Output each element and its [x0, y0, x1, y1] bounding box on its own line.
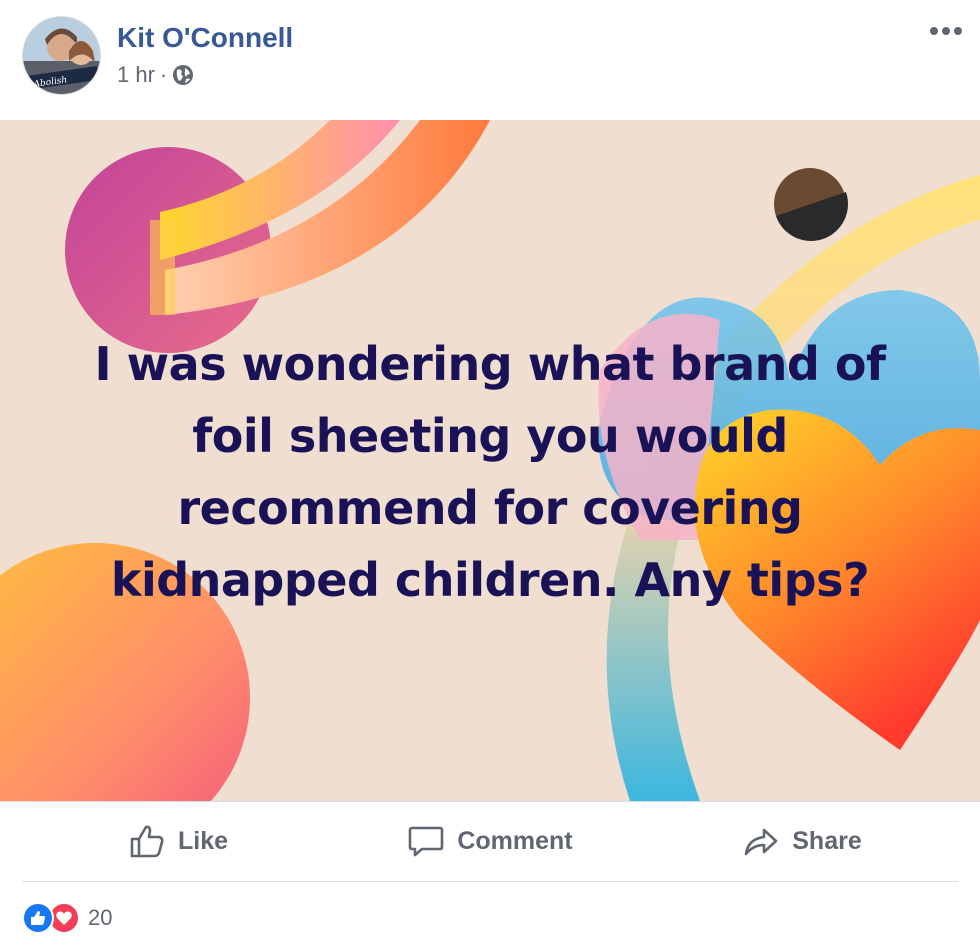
divider [22, 881, 958, 882]
thumbs-up-icon [130, 825, 164, 858]
comment-label: Comment [457, 826, 573, 855]
divider [0, 801, 980, 802]
post-time[interactable]: 1 hr [117, 62, 155, 88]
author-avatar[interactable]: Abolish [22, 16, 101, 95]
reactions-summary[interactable]: 20 [22, 900, 112, 936]
meta-separator: · [159, 62, 168, 87]
post-text-line: foil sheeting you would [192, 409, 788, 463]
share-button[interactable]: Share [646, 808, 958, 874]
comment-icon [409, 826, 444, 857]
post-meta: 1 hr · [117, 62, 194, 88]
reaction-count: 20 [88, 905, 113, 930]
post-text-line: recommend for covering [177, 481, 803, 535]
action-bar: Like Comment Share [22, 808, 958, 874]
post-background: I was wondering what brand of foil sheet… [0, 120, 980, 801]
globe-icon[interactable] [172, 64, 194, 86]
post-header: Abolish Kit O'Connell 1 hr · [0, 0, 980, 120]
more-options-icon[interactable] [926, 16, 966, 46]
like-button[interactable]: Like [22, 808, 334, 874]
post-text: I was wondering what brand of foil sheet… [30, 328, 950, 616]
post-text-line: I was wondering what brand of [94, 337, 886, 391]
author-name[interactable]: Kit O'Connell [117, 22, 293, 54]
share-label: Share [792, 826, 862, 855]
post-text-line: kidnapped children. Any tips? [110, 553, 870, 607]
comment-button[interactable]: Comment [334, 808, 646, 874]
share-icon [744, 828, 778, 856]
like-icon [22, 902, 54, 934]
like-label: Like [177, 826, 229, 855]
